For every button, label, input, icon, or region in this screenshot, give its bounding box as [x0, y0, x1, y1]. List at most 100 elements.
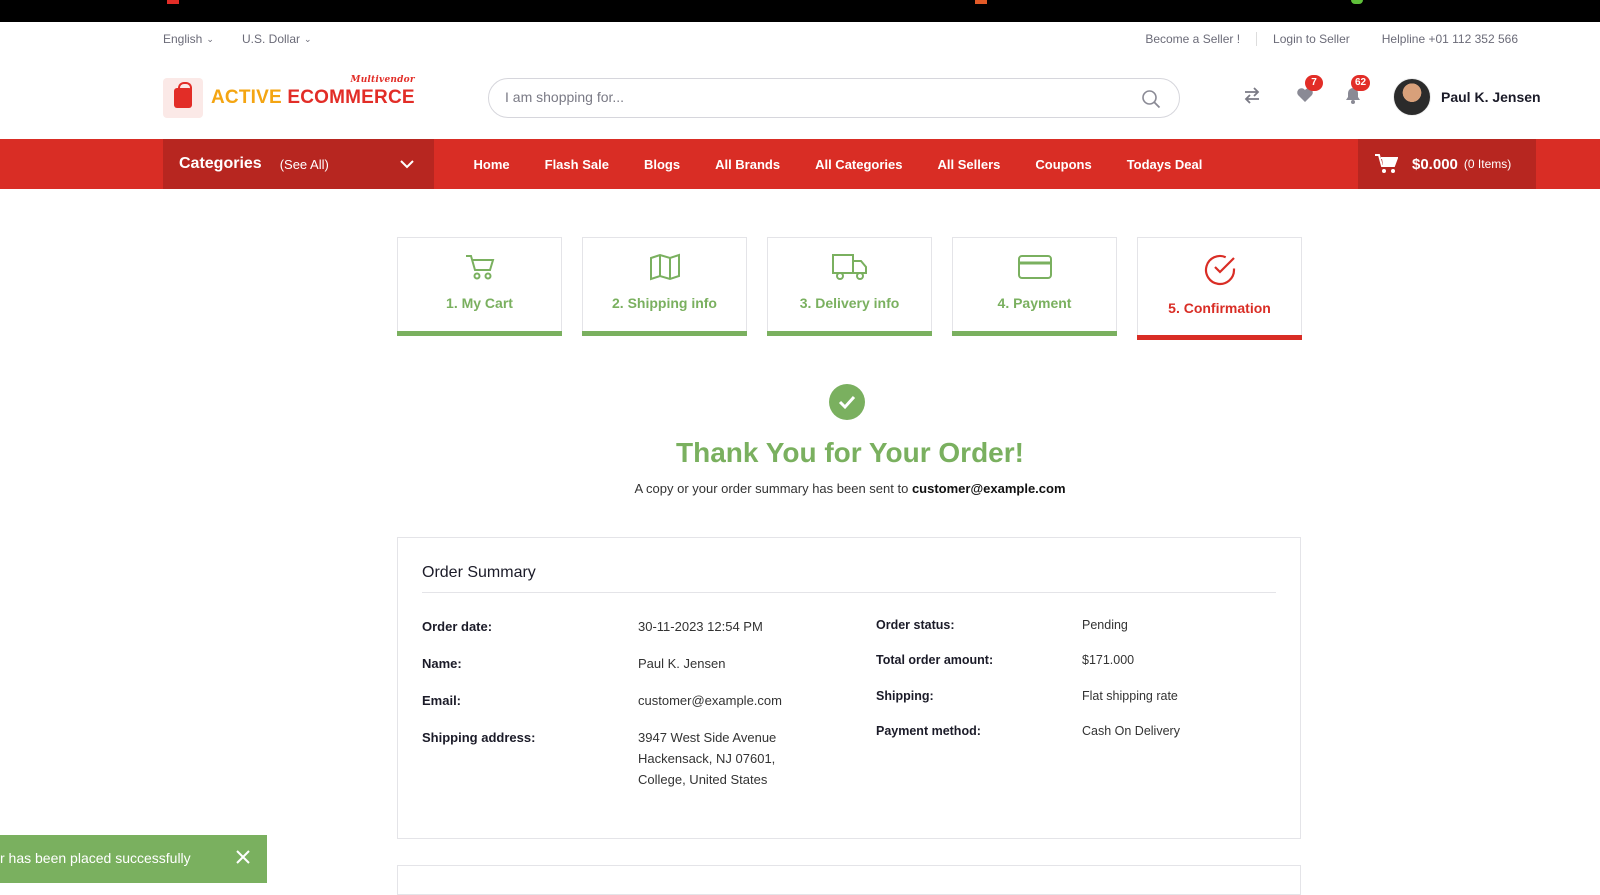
thank-you-heading: Thank You for Your Order!	[676, 437, 1024, 468]
wishlist-count-badge: 7	[1305, 75, 1323, 91]
chevron-down-icon: ⌄	[304, 34, 312, 44]
nav-link-home[interactable]: Home	[474, 157, 510, 172]
order-date-label: Order date:	[422, 619, 493, 634]
address-line: 3947 West Side Avenue	[638, 730, 777, 745]
chevron-down-icon: ⌄	[206, 34, 214, 44]
step-label: 5. Confirmation	[1168, 300, 1271, 316]
notifications-button[interactable]: 62	[1343, 75, 1371, 110]
cart-icon	[1375, 154, 1398, 173]
step-progress-bar	[952, 331, 1117, 336]
payment-method-value: Cash On Delivery	[1082, 724, 1180, 738]
step-label: 4. Payment	[997, 295, 1072, 311]
step-progress-bar	[1137, 335, 1302, 340]
shipping-label: Shipping:	[876, 689, 934, 703]
close-icon[interactable]	[233, 847, 253, 867]
site-logo[interactable]: ACTIVE ECOMMERCE Multivendor	[163, 75, 415, 118]
shipping-address-label: Shipping address:	[422, 730, 536, 745]
utility-bar: English ⌄ U.S. Dollar ⌄ Become a Seller ! …	[0, 22, 1600, 58]
toast-message: r has been placed successfully	[0, 850, 191, 866]
language-label: English	[163, 32, 203, 46]
nav-link-all-brands[interactable]: All Brands	[715, 157, 780, 172]
utility-links: Become a Seller ! Login to Seller Helpli…	[1129, 32, 1534, 46]
shipping-address-value: 3947 West Side Avenue Hackensack, NJ 076…	[638, 727, 776, 790]
chevron-down-icon	[400, 160, 414, 169]
nav-link-coupons[interactable]: Coupons	[1035, 157, 1091, 172]
become-seller-link[interactable]: Become a Seller !	[1129, 32, 1258, 46]
map-icon	[649, 253, 680, 281]
cart-amount: $0.000	[1412, 155, 1458, 173]
step-label: 2. Shipping info	[612, 295, 717, 311]
name-value: Paul K. Jensen	[638, 656, 726, 671]
search-input[interactable]	[505, 89, 1105, 105]
currency-label: U.S. Dollar	[242, 32, 301, 46]
email-label: Email:	[422, 693, 462, 708]
order-details-card	[397, 865, 1301, 895]
credit-card-icon	[1017, 255, 1052, 279]
step-progress-bar	[767, 331, 932, 336]
total-amount-value: $171.000	[1082, 653, 1135, 667]
divider	[422, 592, 1276, 593]
logo-wordmark: ACTIVE ECOMMERCE Multivendor	[211, 75, 415, 109]
search-bar	[488, 78, 1180, 118]
payment-method-label: Payment method:	[876, 724, 981, 738]
step-my-cart[interactable]: 1. My Cart	[397, 237, 562, 336]
shopping-bag-icon	[163, 78, 203, 118]
search-icon[interactable]	[1141, 89, 1161, 109]
nav-link-all-categories[interactable]: All Categories	[815, 157, 902, 172]
currency-selector[interactable]: U.S. Dollar ⌄	[242, 32, 312, 46]
logo-word-active: ACTIVE	[211, 87, 282, 108]
promo-mark	[975, 0, 987, 4]
summary-sent-text: A copy or your order summary has been se…	[634, 481, 909, 496]
avatar	[1393, 78, 1431, 116]
order-status-label: Order status:	[876, 618, 955, 632]
order-summary-heading: Order Summary	[422, 564, 536, 581]
summary-sent-note: A copy or your order summary has been se…	[0, 481, 1600, 496]
cart-button[interactable]: $0.000 (0 Items)	[1358, 139, 1536, 189]
user-name: Paul K. Jensen	[1441, 89, 1541, 105]
user-menu[interactable]: Paul K. Jensen	[1393, 78, 1541, 116]
wishlist-button[interactable]: 7	[1295, 75, 1323, 110]
truck-icon	[831, 254, 867, 280]
address-line: College, United States	[638, 772, 768, 787]
check-circle-icon	[1204, 254, 1235, 286]
total-amount-label: Total order amount:	[876, 653, 994, 667]
step-label: 1. My Cart	[446, 295, 513, 311]
cart-items-count: (0 Items)	[1463, 157, 1512, 171]
shipping-value: Flat shipping rate	[1082, 689, 1178, 703]
compare-button[interactable]	[1242, 85, 1262, 110]
nav-links: Home Flash Sale Blogs All Brands All Cat…	[456, 139, 1220, 189]
step-progress-bar	[582, 331, 747, 336]
top-promo-strip	[0, 0, 1600, 22]
order-summary-card: Order Summary Order date: 30-11-2023 12:…	[397, 537, 1301, 839]
promo-mark	[1351, 0, 1363, 4]
summary-sent-email: customer@example.com	[911, 481, 1066, 496]
promo-mark	[167, 0, 179, 4]
name-label: Name:	[422, 656, 462, 671]
primary-nav: Categories (See All) Home Flash Sale Blo…	[0, 139, 1600, 189]
address-line: Hackensack, NJ 07601,	[638, 751, 776, 766]
categories-see-all[interactable]: (See All)	[280, 157, 329, 172]
step-payment[interactable]: 4. Payment	[952, 237, 1117, 336]
login-seller-link[interactable]: Login to Seller	[1257, 32, 1366, 46]
nav-link-flash-sale[interactable]: Flash Sale	[545, 157, 609, 172]
categories-dropdown[interactable]: Categories (See All)	[163, 139, 434, 189]
cart-icon	[465, 255, 494, 280]
helpline-text: Helpline +01 112 352 566	[1381, 32, 1518, 46]
step-delivery-info[interactable]: 3. Delivery info	[767, 237, 932, 336]
nav-link-todays-deal[interactable]: Todays Deal	[1127, 157, 1203, 172]
nav-link-all-sellers[interactable]: All Sellers	[938, 157, 1001, 172]
compare-arrows-icon	[1244, 87, 1260, 104]
email-value: customer@example.com	[638, 693, 782, 708]
order-status-value: Pending	[1082, 618, 1128, 632]
order-date-value: 30-11-2023 12:54 PM	[638, 619, 763, 634]
logo-word-ecommerce: ECOMMERCE	[287, 87, 415, 108]
nav-link-blogs[interactable]: Blogs	[644, 157, 680, 172]
main-header: ACTIVE ECOMMERCE Multivendor 7 62 Paul K…	[0, 58, 1600, 138]
language-selector[interactable]: English ⌄	[163, 32, 214, 46]
step-label: 3. Delivery info	[799, 295, 900, 311]
success-check-icon	[829, 384, 865, 420]
logo-tagline: Multivendor	[350, 75, 415, 85]
step-confirmation[interactable]: 5. Confirmation	[1137, 237, 1302, 340]
step-shipping-info[interactable]: 2. Shipping info	[582, 237, 747, 336]
notification-count-badge: 62	[1351, 75, 1371, 91]
